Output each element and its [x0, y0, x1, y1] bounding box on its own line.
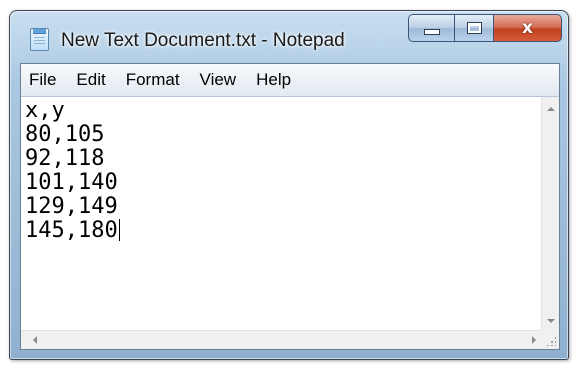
text-line: 101,140	[25, 170, 118, 195]
close-button[interactable]: x	[494, 14, 562, 42]
text-line: 92,118	[25, 146, 105, 171]
menu-bar: File Edit Format View Help	[21, 64, 559, 97]
text-line: x,y	[25, 98, 65, 123]
client-area: File Edit Format View Help x,y 80,105 92…	[20, 63, 560, 350]
scroll-right-icon[interactable]	[532, 336, 536, 344]
caption-buttons: x	[408, 14, 562, 42]
notepad-icon[interactable]	[30, 28, 49, 51]
resize-grip-icon	[546, 336, 556, 346]
text-editor[interactable]: x,y 80,105 92,118 101,140 129,149 145,18…	[21, 97, 542, 331]
window-title: New Text Document.txt - Notepad	[61, 30, 345, 51]
maximize-button[interactable]	[454, 14, 494, 42]
vertical-scrollbar[interactable]	[541, 97, 559, 331]
text-caret	[118, 219, 120, 241]
scroll-down-icon[interactable]	[547, 319, 555, 323]
minimize-button[interactable]	[408, 14, 454, 42]
text-line: 80,105	[25, 122, 105, 147]
menu-file[interactable]: File	[21, 64, 66, 96]
document-text[interactable]: x,y 80,105 92,118 101,140 129,149 145,18…	[21, 97, 542, 243]
scroll-up-icon[interactable]	[547, 107, 555, 111]
menu-edit[interactable]: Edit	[66, 64, 115, 96]
size-grip[interactable]	[542, 331, 559, 349]
notepad-window: New Text Document.txt - Notepad x File E…	[9, 10, 569, 360]
menu-view[interactable]: View	[190, 64, 247, 96]
title-bar[interactable]: New Text Document.txt - Notepad x	[10, 11, 568, 63]
menu-format[interactable]: Format	[116, 64, 190, 96]
horizontal-scrollbar[interactable]	[21, 330, 542, 349]
scroll-left-icon[interactable]	[33, 336, 37, 344]
maximize-icon	[466, 22, 482, 34]
minimize-icon	[423, 29, 440, 35]
text-line: 129,149	[25, 194, 118, 219]
menu-help[interactable]: Help	[246, 64, 301, 96]
close-icon: x	[522, 18, 533, 38]
text-line: 145,180	[25, 218, 118, 243]
